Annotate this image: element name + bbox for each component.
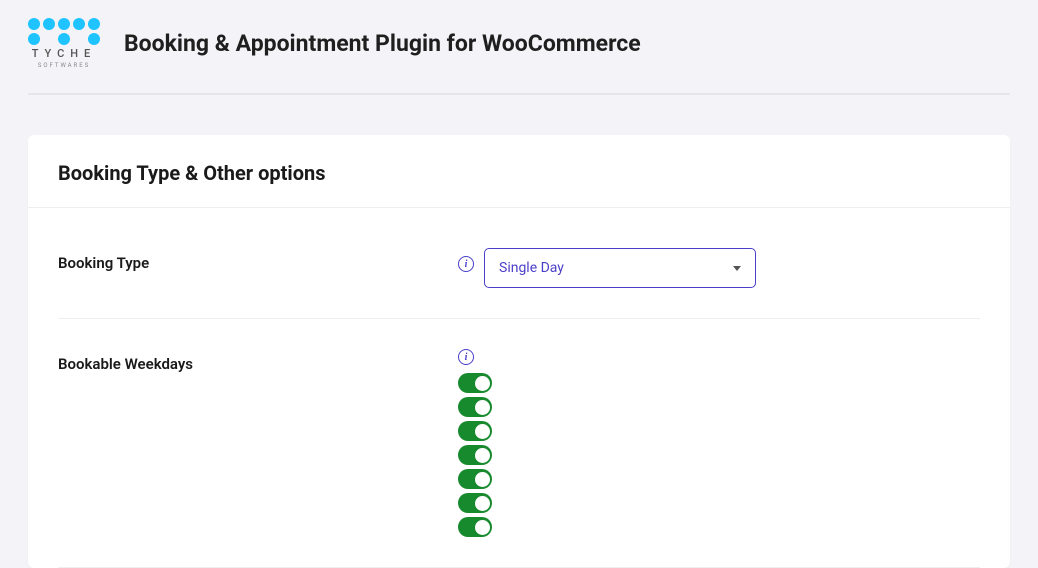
page-title: Booking & Appointment Plugin for WooComm…	[124, 30, 641, 57]
weekday-toggle-4[interactable]	[458, 469, 492, 489]
logo-dots	[28, 18, 100, 45]
field-booking-type: Booking Type i Single Day	[58, 248, 980, 319]
field-bookable-weekdays: Bookable Weekdays i	[58, 349, 980, 568]
weekday-toggle-6[interactable]	[458, 517, 492, 537]
panel-header: Booking Type & Other options	[28, 135, 1010, 208]
weekday-toggle-3[interactable]	[458, 445, 492, 465]
brand-logo: TYCHE SOFTWARES	[28, 18, 100, 69]
booking-type-control: i Single Day	[458, 248, 756, 288]
booking-type-label: Booking Type	[58, 248, 458, 272]
chevron-down-icon	[733, 266, 741, 271]
header-divider	[28, 93, 1010, 95]
page-header: TYCHE SOFTWARES Booking & Appointment Pl…	[0, 0, 1038, 93]
info-icon[interactable]: i	[458, 256, 474, 272]
settings-panel: Booking Type & Other options Booking Typ…	[28, 135, 1010, 568]
weekday-toggle-2[interactable]	[458, 421, 492, 441]
booking-type-selected: Single Day	[499, 260, 564, 276]
brand-subtitle: SOFTWARES	[38, 62, 90, 69]
panel-body: Booking Type i Single Day Bookable Weekd…	[28, 208, 1010, 568]
bookable-weekdays-label: Bookable Weekdays	[58, 349, 458, 373]
weekday-toggle-0[interactable]	[458, 373, 492, 393]
booking-type-select[interactable]: Single Day	[484, 248, 756, 288]
info-icon[interactable]: i	[458, 349, 474, 365]
panel-title: Booking Type & Other options	[58, 161, 980, 185]
weekday-toggle-5[interactable]	[458, 493, 492, 513]
brand-name: TYCHE	[32, 47, 97, 60]
bookable-weekdays-control: i	[458, 349, 492, 537]
weekday-toggle-1[interactable]	[458, 397, 492, 417]
